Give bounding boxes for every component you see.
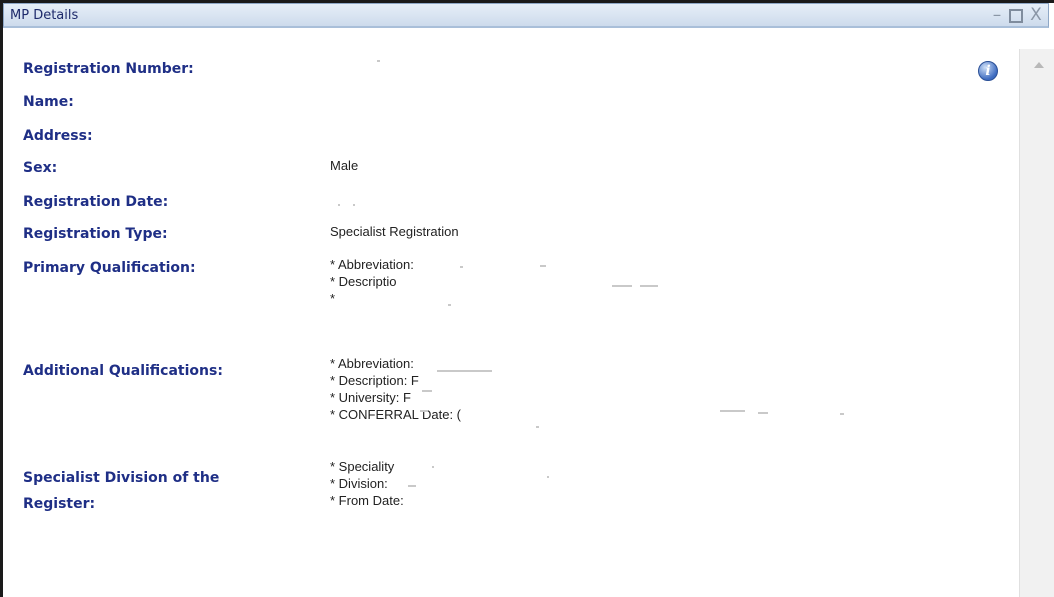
minimize-button[interactable]: – [988,5,1006,25]
specialist-division-label-line: Specialist Division of the [23,470,220,486]
redaction-mark [612,285,632,287]
additional-qualification-line: * Description: F [330,373,419,388]
sex-label: Sex: [23,160,58,176]
redaction-mark [758,412,768,414]
specialist-division-line: * Division: [330,476,388,491]
additional-qualification-line: * University: F [330,390,411,405]
redaction-mark [422,390,432,392]
close-button[interactable]: X [1027,5,1045,25]
redaction-mark [547,476,549,478]
specialist-division-label-line: Register: [23,496,96,512]
specialist-division-line: * From Date: [330,493,404,508]
specialist-division-label: Specialist Division of the Register: [23,465,219,517]
redaction-mark [420,410,428,412]
redaction-mark [448,304,451,306]
sex-value: Male [330,158,359,173]
scroll-up-arrow-icon[interactable] [1034,62,1044,68]
registration-number-value [377,60,380,62]
redaction-mark [540,265,546,267]
window-title: MP Details [10,8,79,23]
maximize-button[interactable] [1007,5,1025,25]
redaction-mark [408,485,416,487]
redaction-mark [460,266,463,268]
registration-number-label: Registration Number: [23,61,194,77]
redaction-mark [720,410,745,412]
maximize-icon [1009,9,1023,23]
registration-type-value: Specialist Registration [330,224,459,239]
additional-qualification-line: * CONFERRAL Date: ( [330,407,461,422]
window-titlebar[interactable]: MP Details – X [3,3,1049,28]
primary-qualification-list: * Abbreviation: * Descriptio * [330,256,414,307]
redaction-mark [437,370,492,372]
primary-qualification-line: * [330,291,336,306]
additional-qualifications-list: * Abbreviation: * Description: F * Unive… [330,355,461,423]
vertical-scrollbar[interactable] [1019,49,1054,597]
primary-qualification-line: * Abbreviation: [330,257,414,272]
name-label: Name: [23,94,74,110]
primary-qualification-label: Primary Qualification: [23,260,196,276]
registration-type-label: Registration Type: [23,226,168,242]
specialist-division-list: * Speciality * Division: * From Date: [330,458,404,509]
redaction-mark [432,466,434,468]
address-label: Address: [23,128,93,144]
redaction-mark [640,285,658,287]
additional-qualifications-label: Additional Qualifications: [23,363,223,379]
registration-date-label: Registration Date: [23,194,169,210]
info-icon[interactable]: i [978,61,998,81]
redaction-mark [840,413,844,415]
specialist-division-line: * Speciality [330,459,395,474]
primary-qualification-line: * Descriptio [330,274,397,289]
registration-date-value [338,204,340,206]
registration-date-value-part [353,204,355,206]
redaction-mark [536,426,539,428]
